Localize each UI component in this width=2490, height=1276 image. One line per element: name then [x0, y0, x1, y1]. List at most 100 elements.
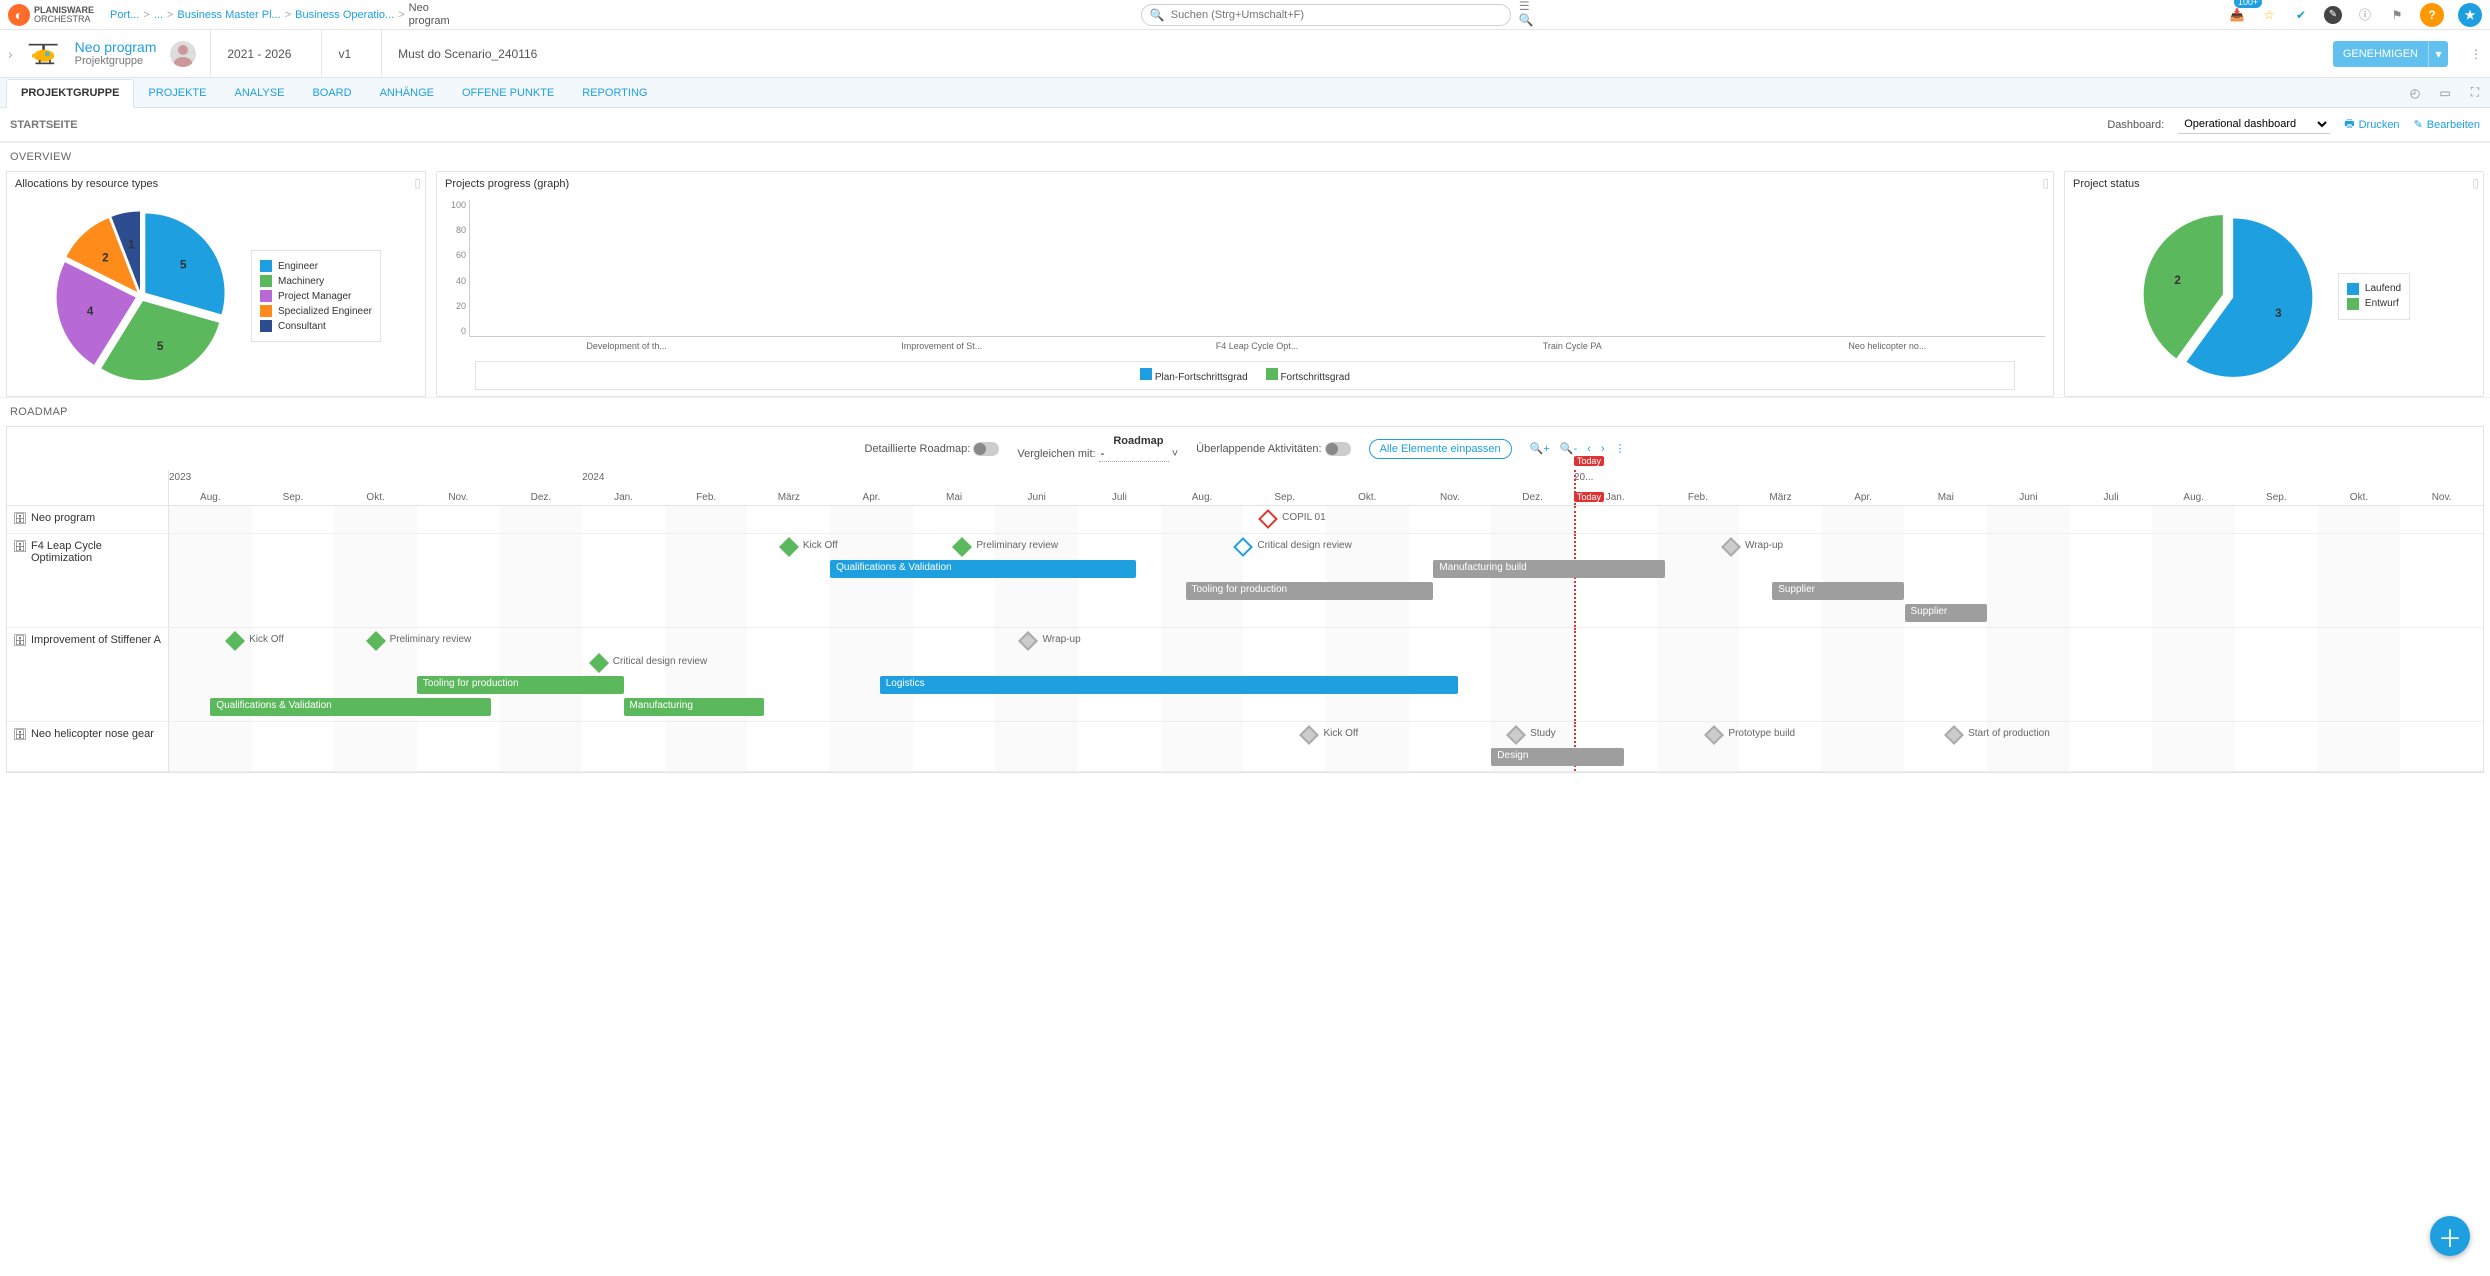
- owner-avatar[interactable]: [170, 41, 196, 67]
- milestone-label: Preliminary review: [390, 634, 472, 645]
- search-input[interactable]: [1171, 9, 1502, 21]
- milestone[interactable]: [779, 537, 799, 557]
- next-icon[interactable]: ›: [1601, 443, 1605, 455]
- prev-icon[interactable]: ‹: [1587, 443, 1591, 455]
- milestone[interactable]: [1300, 725, 1320, 745]
- collapse-icon[interactable]: ▯: [414, 176, 421, 190]
- milestone-label: Kick Off: [249, 634, 284, 645]
- gantt-bar[interactable]: Supplier: [1772, 582, 1904, 600]
- breadcrumb-current: Neoprogram: [409, 2, 450, 26]
- add-fab[interactable]: ＋: [2430, 1216, 2470, 1256]
- dashboard-select[interactable]: Operational dashboard: [2178, 115, 2330, 134]
- tab-board[interactable]: BOARD: [298, 78, 365, 107]
- check-icon[interactable]: ✔: [2292, 6, 2310, 24]
- svg-text:1: 1: [128, 238, 135, 251]
- back-chevron-icon[interactable]: ›: [8, 46, 13, 62]
- help-button[interactable]: ?: [2420, 3, 2444, 27]
- allocations-legend: EngineerMachineryProject ManagerSpeciali…: [251, 250, 381, 342]
- gantt-bar[interactable]: Tooling for production: [1186, 582, 1434, 600]
- dashboard-label: Dashboard:: [2107, 119, 2164, 131]
- tab-anhänge[interactable]: ANHÄNGE: [366, 78, 448, 107]
- gantt-bar[interactable]: Design: [1491, 748, 1623, 766]
- approve-button-group: GENEHMIGEN ▾: [2333, 41, 2448, 67]
- gantt-bar[interactable]: Tooling for production: [417, 676, 624, 694]
- gantt-bar[interactable]: Logistics: [880, 676, 1459, 694]
- info-icon[interactable]: ⓘ: [2356, 6, 2374, 24]
- zoom-in-icon[interactable]: 🔍+: [1530, 442, 1550, 455]
- gantt-menu-icon[interactable]: ⋮: [1615, 442, 1626, 455]
- gantt-bar[interactable]: Supplier: [1905, 604, 1988, 622]
- favorite-button[interactable]: ★: [2458, 3, 2482, 27]
- overlap-toggle[interactable]: [1325, 442, 1351, 456]
- flag-icon[interactable]: ⚑: [2388, 6, 2406, 24]
- breadcrumb-link[interactable]: Business Master Pl...: [177, 9, 280, 21]
- briefcase-icon: 🗄: [13, 540, 27, 553]
- approve-dropdown[interactable]: ▾: [2428, 41, 2448, 67]
- breadcrumb-link[interactable]: ...: [154, 9, 163, 21]
- star-icon[interactable]: ☆: [2260, 6, 2278, 24]
- app-logo[interactable]: ◐ PLANISWAREORCHESTRA: [8, 4, 94, 26]
- svg-text:3: 3: [2275, 307, 2282, 320]
- edit-link[interactable]: ✎Bearbeiten: [2414, 118, 2480, 131]
- milestone[interactable]: [1944, 725, 1964, 745]
- roadmap-title: Roadmap: [1099, 435, 1178, 447]
- briefcase-icon: 🗄: [13, 634, 27, 647]
- card-title: Project status: [2065, 172, 2483, 196]
- collapse-icon[interactable]: ▯: [2042, 176, 2049, 190]
- page-title: STARTSEITE: [10, 119, 78, 131]
- gantt-row-label[interactable]: 🗄 Neo program: [7, 506, 169, 533]
- detailed-toggle[interactable]: [973, 442, 999, 456]
- tab-bar: PROJEKTGRUPPEPROJEKTEANALYSEBOARDANHÄNGE…: [0, 78, 2490, 108]
- overlap-label: Überlappende Aktivitäten:: [1196, 442, 1321, 454]
- svg-text:5: 5: [157, 340, 164, 353]
- milestone[interactable]: [952, 537, 972, 557]
- edit-circle-icon[interactable]: ✎: [2324, 6, 2342, 24]
- breadcrumb-link[interactable]: Business Operatio...: [295, 9, 394, 21]
- print-link[interactable]: 🖶Drucken: [2344, 115, 2399, 134]
- svg-text:2: 2: [2174, 274, 2181, 287]
- print-icon: 🖶: [2344, 115, 2354, 134]
- notifications-icon[interactable]: 📥100+: [2228, 6, 2246, 24]
- zoom-out-icon[interactable]: 🔍-: [1560, 442, 1577, 455]
- collapse-icon[interactable]: ▯: [2472, 176, 2479, 190]
- search-settings-icon[interactable]: ☰🔍: [1519, 4, 1537, 22]
- breadcrumb-link[interactable]: Port...: [110, 9, 139, 21]
- milestone[interactable]: [1258, 509, 1278, 529]
- allocations-pie: 55421: [51, 206, 231, 386]
- gantt-bar[interactable]: Manufacturing build: [1433, 560, 1664, 578]
- comments-icon[interactable]: ▭: [2436, 84, 2454, 102]
- svg-text:5: 5: [180, 259, 187, 272]
- card-status: Project status ▯ 32 LaufendEntwurf: [2064, 171, 2484, 397]
- toggle-view-icon[interactable]: ◴: [2406, 84, 2424, 102]
- breadcrumb: Port...>...>Business Master Pl...>Busine…: [110, 2, 450, 26]
- gantt-row-label[interactable]: 🗄 F4 Leap Cycle Optimization: [7, 534, 169, 627]
- card-allocations: Allocations by resource types ▯ 55421 En…: [6, 171, 426, 397]
- approve-button[interactable]: GENEHMIGEN: [2333, 41, 2428, 67]
- tab-projekte[interactable]: PROJEKTE: [134, 78, 220, 107]
- tab-analyse[interactable]: ANALYSE: [221, 78, 299, 107]
- tab-projektgruppe[interactable]: PROJEKTGRUPPE: [6, 79, 134, 108]
- gantt-row-label[interactable]: 🗄 Improvement of Stiffener A: [7, 628, 169, 721]
- scenario-field: Must do Scenario_240116: [381, 30, 553, 77]
- detailed-label: Detaillierte Roadmap:: [865, 442, 971, 454]
- tab-offene punkte[interactable]: OFFENE PUNKTE: [448, 78, 568, 107]
- card-title: Projects progress (graph): [437, 172, 2053, 196]
- compare-label: Vergleichen mit:: [1017, 448, 1095, 460]
- roadmap-gantt: Detaillierte Roadmap: Vergleichen mit: R…: [6, 426, 2484, 773]
- compare-select[interactable]: [1099, 447, 1169, 462]
- card-title: Allocations by resource types: [7, 172, 425, 196]
- fit-all-button[interactable]: Alle Elemente einpassen: [1369, 439, 1512, 459]
- gantt-bar[interactable]: Manufacturing: [624, 698, 764, 716]
- gantt-bar[interactable]: Qualifications & Validation: [830, 560, 1136, 578]
- briefcase-icon: 🗄: [13, 728, 27, 741]
- milestone[interactable]: [589, 653, 609, 673]
- fullscreen-icon[interactable]: ⛶: [2466, 84, 2484, 102]
- search-box[interactable]: 🔍: [1141, 4, 1511, 26]
- milestone-label: Study: [1530, 728, 1556, 739]
- milestone-label: Preliminary review: [976, 540, 1058, 551]
- gantt-row-label[interactable]: 🗄 Neo helicopter nose gear: [7, 722, 169, 771]
- more-menu-icon[interactable]: ⋮: [2470, 47, 2482, 61]
- gantt-bar[interactable]: Qualifications & Validation: [210, 698, 491, 716]
- project-title: Neo program Projektgruppe: [75, 39, 157, 69]
- tab-reporting[interactable]: REPORTING: [568, 78, 661, 107]
